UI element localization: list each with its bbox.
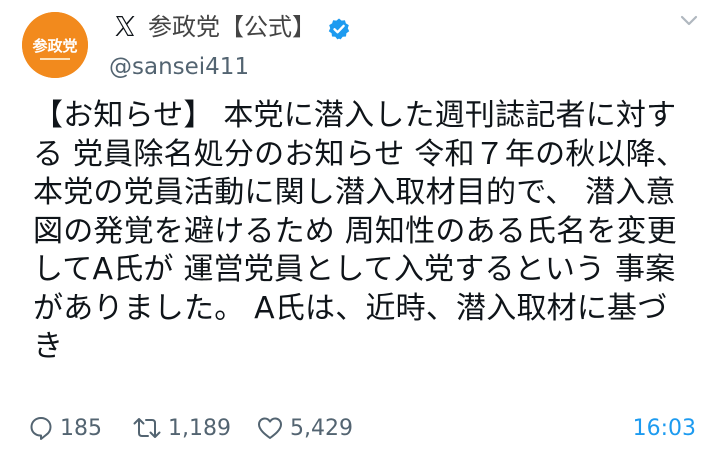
reply-button[interactable]: 185 [28,408,102,448]
like-button[interactable]: 5,429 [256,408,353,448]
tweet-line: してA氏が 運営党員として入党するという 事案 [33,252,676,287]
retweet-icon [133,418,161,438]
tweet-line: 本党の党員活動に関し潜入取材目的で、 潜入意 [33,175,676,210]
avatar-text: 参政党 [32,37,77,55]
tweet-line: 図の発覚を避けるため 周知性のある氏名を変更 [33,213,677,249]
display-name[interactable]: 参政党【公式】 [148,11,316,43]
tweet-line: る 党員除名処分のお知らせ 令和７年の秋以降、 [33,136,687,172]
like-count: 5,429 [290,415,353,441]
retweet-button[interactable]: 1,189 [132,408,231,448]
tweet-line: 【お知らせ】 本党に潜入した週刊誌記者に対す [33,98,677,133]
avatar[interactable]: 参政党 [22,12,88,78]
tweet-text: 【お知らせ】 本党に潜入した週刊誌記者に対す る 党員除名処分のお知らせ 令和７… [33,97,703,367]
x-logo-icon [115,16,135,36]
tweet-line: き [33,329,64,364]
heart-icon [258,417,282,439]
tweet-header: 参政党 参政党【公式】 @sansei411 [0,0,720,95]
chevron-down-icon[interactable] [680,14,698,28]
avatar-logo-icon: 参政党 [22,12,88,78]
reply-icon [30,417,52,440]
reply-count: 185 [60,415,102,441]
retweet-count: 1,189 [168,415,231,441]
tweet-actions: 185 1,189 5,429 16:03 [0,408,720,448]
verified-badge-icon [328,18,350,40]
tweet-timestamp[interactable]: 16:03 [633,408,696,448]
tweet-line: がありました。 A氏は、近時、潜入取材に基づ [33,290,668,326]
account-handle[interactable]: @sansei411 [109,52,249,82]
